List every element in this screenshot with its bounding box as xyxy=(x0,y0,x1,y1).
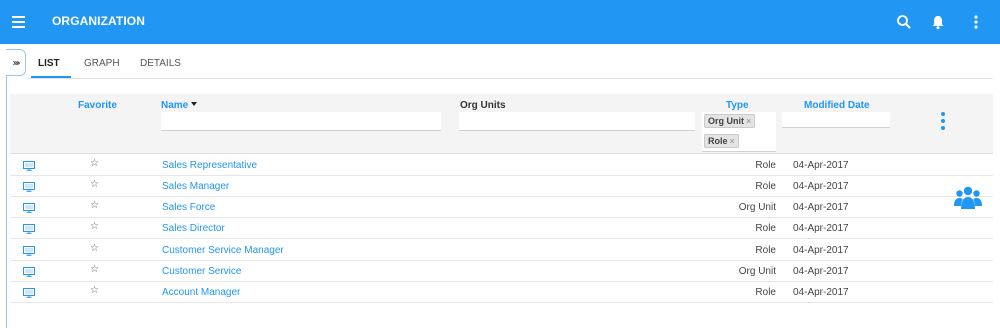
row-name-link[interactable]: Account Manager xyxy=(162,287,240,298)
row-modified-date: 04-Apr-2017 xyxy=(793,266,849,277)
row-name-link[interactable]: Sales Representative xyxy=(162,160,257,171)
chip-remove-icon[interactable]: × xyxy=(730,136,735,146)
more-vert-icon[interactable] xyxy=(966,12,986,32)
row-modified-date: 04-Apr-2017 xyxy=(793,160,849,171)
table-row[interactable]: ☆ Customer Service Manager Role 04-Apr-2017 xyxy=(10,240,993,261)
type-chip-org-unit[interactable]: Org Unit × xyxy=(704,114,756,128)
row-name-link[interactable]: Sales Director xyxy=(162,223,225,234)
row-type: Role xyxy=(755,245,776,256)
hamburger-menu-icon[interactable] xyxy=(12,13,26,31)
row-modified-date: 04-Apr-2017 xyxy=(793,245,849,256)
modified-date-filter-input[interactable] xyxy=(782,112,890,128)
row-modified-date: 04-Apr-2017 xyxy=(793,181,849,192)
monitor-icon[interactable] xyxy=(23,246,35,256)
row-name-link[interactable]: Customer Service xyxy=(162,266,241,277)
row-modified-date: 04-Apr-2017 xyxy=(793,202,849,213)
search-icon[interactable] xyxy=(894,12,914,32)
column-header-modified-date[interactable]: Modified Date xyxy=(804,100,870,111)
column-header-org-units[interactable]: Org Units xyxy=(460,100,506,111)
monitor-icon[interactable] xyxy=(23,267,35,277)
favorite-star-icon[interactable]: ☆ xyxy=(90,285,99,296)
type-chip-role[interactable]: Role × xyxy=(704,134,739,148)
row-name-link[interactable]: Sales Force xyxy=(162,202,215,213)
double-chevron-right-icon: »› xyxy=(12,58,20,69)
table-row[interactable]: ☆ Account Manager Role 04-Apr-2017 xyxy=(10,282,993,303)
name-filter-input[interactable] xyxy=(161,112,441,131)
table-row[interactable]: ☆ Sales Manager Role 04-Apr-2017 xyxy=(10,176,993,197)
row-name-link[interactable]: Sales Manager xyxy=(162,181,229,192)
row-modified-date: 04-Apr-2017 xyxy=(793,223,849,234)
column-header-name[interactable]: Name xyxy=(161,100,198,111)
monitor-icon[interactable] xyxy=(23,288,35,298)
monitor-icon[interactable] xyxy=(23,161,35,171)
column-options-icon[interactable] xyxy=(940,112,946,130)
page-title: ORGANIZATION xyxy=(52,14,145,28)
tab-details[interactable]: DETAILS xyxy=(140,58,181,69)
favorite-star-icon[interactable]: ☆ xyxy=(90,200,99,211)
row-type: Role xyxy=(755,223,776,234)
monitor-icon[interactable] xyxy=(23,224,35,234)
tab-list[interactable]: LIST xyxy=(38,58,60,69)
favorite-star-icon[interactable]: ☆ xyxy=(90,264,99,275)
table-row[interactable]: ☆ Sales Force Org Unit 04-Apr-2017 xyxy=(10,197,993,218)
favorite-star-icon[interactable]: ☆ xyxy=(90,221,99,232)
type-filter-box[interactable]: Org Unit × Role × xyxy=(702,112,776,152)
sidebar-expand-toggle[interactable]: »› xyxy=(6,49,26,76)
app-bar: ORGANIZATION xyxy=(0,0,1000,44)
column-header-type[interactable]: Type xyxy=(726,100,749,111)
table-header: Favorite Name Org Units Type Modified Da… xyxy=(10,94,993,154)
tab-graph[interactable]: GRAPH xyxy=(84,58,120,69)
chip-remove-icon[interactable]: × xyxy=(746,116,751,126)
row-type: Org Unit xyxy=(738,266,776,277)
favorite-star-icon[interactable]: ☆ xyxy=(90,243,99,254)
table-row[interactable]: ☆ Customer Service Org Unit 04-Apr-2017 xyxy=(10,261,993,282)
sort-desc-icon xyxy=(191,102,198,106)
org-units-filter-input[interactable] xyxy=(459,112,695,131)
column-header-favorite[interactable]: Favorite xyxy=(78,100,117,111)
row-type: Org Unit xyxy=(738,202,776,213)
favorite-star-icon[interactable]: ☆ xyxy=(90,158,99,169)
table-row[interactable]: ☆ Sales Director Role 04-Apr-2017 xyxy=(10,218,993,239)
monitor-icon[interactable] xyxy=(23,203,35,213)
row-type: Role xyxy=(755,181,776,192)
bell-icon[interactable] xyxy=(928,12,948,32)
table-row[interactable]: ☆ Sales Representative Role 04-Apr-2017 xyxy=(10,155,993,176)
monitor-icon[interactable] xyxy=(23,182,35,192)
tabs-divider xyxy=(28,78,993,79)
row-name-link[interactable]: Customer Service Manager xyxy=(162,245,284,256)
sidebar-edge-line xyxy=(6,76,7,328)
group-users-icon[interactable] xyxy=(954,185,982,211)
row-type: Role xyxy=(755,160,776,171)
row-type: Role xyxy=(755,287,776,298)
favorite-star-icon[interactable]: ☆ xyxy=(90,179,99,190)
row-modified-date: 04-Apr-2017 xyxy=(793,287,849,298)
